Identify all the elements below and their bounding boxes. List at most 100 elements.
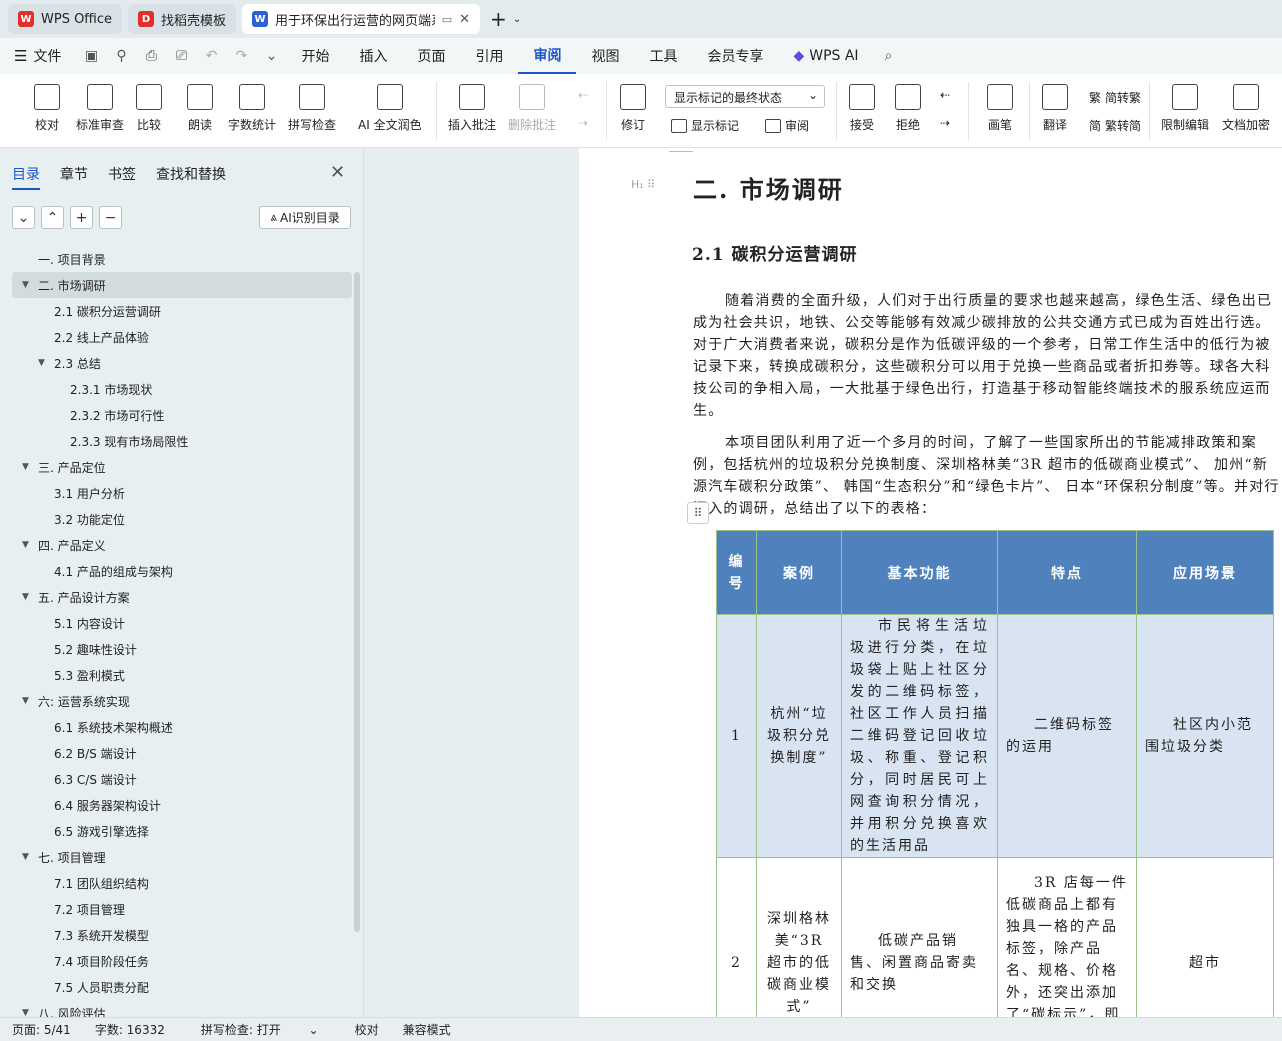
- more-chevron-icon[interactable]: ⌄: [256, 38, 286, 74]
- tab-wps-office[interactable]: W WPS Office: [8, 4, 123, 34]
- expand-arrow-icon[interactable]: ▼: [22, 852, 29, 862]
- toc-item[interactable]: 一. 项目背景: [12, 246, 352, 272]
- expand-all-icon[interactable]: ⌄: [12, 206, 35, 229]
- search-icon[interactable]: ⌕: [874, 38, 904, 74]
- accept-button[interactable]: 接受: [849, 74, 875, 133]
- toc-item[interactable]: 6.4 服务器架构设计: [12, 792, 352, 818]
- expand-arrow-icon[interactable]: ▼: [22, 696, 29, 706]
- pane-scrollbar[interactable]: [354, 272, 360, 932]
- menu-file[interactable]: 文件: [31, 38, 76, 74]
- toc-item[interactable]: 6.2 B/S 端设计: [12, 740, 352, 766]
- expand-arrow-icon[interactable]: ▼: [22, 462, 29, 472]
- toc-item[interactable]: 7.2 项目管理: [12, 896, 352, 922]
- proofread-status[interactable]: 校对: [343, 1021, 391, 1038]
- insert-comment-button[interactable]: 插入批注: [448, 74, 496, 133]
- menu-view[interactable]: 视图: [576, 38, 634, 74]
- add-heading-icon[interactable]: +: [70, 206, 93, 229]
- menu-membership[interactable]: 会员专享: [692, 38, 778, 74]
- monitor-icon[interactable]: ▭: [442, 13, 452, 26]
- read-aloud-button[interactable]: 朗读: [187, 74, 213, 133]
- menu-review[interactable]: 审阅: [518, 38, 577, 74]
- menu-references[interactable]: 引用: [460, 38, 518, 74]
- expand-arrow-icon[interactable]: ▼: [22, 592, 29, 602]
- menu-wps-ai[interactable]: ◆ WPS AI: [778, 38, 873, 74]
- revise-button[interactable]: 修订: [620, 74, 646, 133]
- toc-item[interactable]: 2.2 线上产品体验: [12, 324, 352, 350]
- close-tab-icon[interactable]: ✕: [459, 12, 470, 27]
- markup-mode-select[interactable]: 显示标记的最终状态 ⌄: [665, 85, 825, 108]
- toc-item[interactable]: ▼ 四. 产品定义: [12, 532, 352, 558]
- toc-item[interactable]: 5.1 内容设计: [12, 610, 352, 636]
- toc-item[interactable]: 3.1 用户分析: [12, 480, 352, 506]
- toc-item[interactable]: 7.3 系统开发模型: [12, 922, 352, 948]
- tab-sections[interactable]: 章节: [60, 164, 88, 190]
- toc-item[interactable]: 5.3 盈利模式: [12, 662, 352, 688]
- tab-find-replace[interactable]: 查找和替换: [156, 164, 226, 190]
- chevron-down-icon[interactable]: ⌄: [513, 14, 521, 25]
- toc-item[interactable]: 7.1 团队组织结构: [12, 870, 352, 896]
- print-preview-icon[interactable]: ⎚: [166, 38, 196, 74]
- tab-bookmarks[interactable]: 书签: [108, 164, 136, 190]
- close-pane-icon[interactable]: ✕: [330, 162, 345, 183]
- toc-item[interactable]: ▼ 二. 市场调研: [12, 272, 352, 298]
- compare-button[interactable]: 比较: [136, 74, 162, 133]
- pen-button[interactable]: 画笔: [987, 74, 1013, 133]
- review-pane-button[interactable]: 审阅: [765, 117, 809, 134]
- spell-check-toggle[interactable]: 拼写检查: 打开 ⌄: [177, 1021, 343, 1038]
- word-count-button[interactable]: 字数统计: [228, 74, 276, 133]
- toc-item[interactable]: 2.3.1 市场现状: [12, 376, 352, 402]
- restrict-edit-button[interactable]: 限制编辑: [1161, 74, 1209, 133]
- ai-polish-button[interactable]: AI 全文润色: [358, 74, 422, 133]
- new-tab-icon[interactable]: +: [490, 7, 507, 31]
- collapse-all-icon[interactable]: ⌃: [41, 206, 64, 229]
- page-indicator[interactable]: 页面: 5/41: [0, 1021, 83, 1038]
- prev-change-icon[interactable]: ⇠: [940, 88, 950, 102]
- expand-arrow-icon[interactable]: ▼: [38, 358, 45, 368]
- heading-level-icon[interactable]: H₁ ⠿: [631, 178, 655, 191]
- next-change-icon[interactable]: ⇢: [940, 116, 950, 130]
- tab-templates[interactable]: D 找稻壳模板: [128, 4, 237, 34]
- toc-item[interactable]: 2.3.3 现有市场局限性: [12, 428, 352, 454]
- toc-item[interactable]: 6.3 C/S 端设计: [12, 766, 352, 792]
- encrypt-button[interactable]: 文档加密: [1222, 74, 1270, 133]
- standard-review-button[interactable]: 标准审查: [76, 74, 124, 133]
- toc-item[interactable]: 2.1 碳积分运营调研: [12, 298, 352, 324]
- expand-arrow-icon[interactable]: ▼: [22, 540, 29, 550]
- toc-item[interactable]: 3.2 功能定位: [12, 506, 352, 532]
- toc-item[interactable]: ▼ 六: 运营系统实现: [12, 688, 352, 714]
- translate-button[interactable]: 翻译: [1042, 74, 1068, 133]
- menu-home[interactable]: 开始: [286, 38, 344, 74]
- save-icon[interactable]: ▣: [76, 38, 106, 74]
- prev-comment-icon[interactable]: ⇠: [578, 88, 588, 102]
- redo-icon[interactable]: ↷: [226, 38, 256, 74]
- toc-item[interactable]: ▼ 七. 项目管理: [12, 844, 352, 870]
- menu-tools[interactable]: 工具: [634, 38, 692, 74]
- show-markup-button[interactable]: 显示标记: [671, 117, 739, 134]
- print-icon[interactable]: ⎙: [136, 38, 166, 74]
- drag-handle-icon[interactable]: ⠿: [687, 502, 709, 524]
- next-comment-icon[interactable]: ⇢: [578, 116, 588, 130]
- hamburger-icon[interactable]: ☰: [14, 47, 27, 65]
- share-icon[interactable]: ⚲: [106, 38, 136, 74]
- ai-toc-button[interactable]: ⩓ AI识别目录: [259, 206, 351, 229]
- toc-item[interactable]: ▼ 2.3 总结: [12, 350, 352, 376]
- remove-heading-icon[interactable]: −: [99, 206, 122, 229]
- toc-item[interactable]: ▼ 五. 产品设计方案: [12, 584, 352, 610]
- tab-toc[interactable]: 目录: [12, 164, 40, 190]
- spell-check-button[interactable]: 拼写检查: [288, 74, 336, 133]
- to-simplified-button[interactable]: 简繁转简: [1089, 117, 1141, 134]
- toc-item[interactable]: 6.1 系统技术架构概述: [12, 714, 352, 740]
- reject-button[interactable]: 拒绝: [895, 74, 921, 133]
- word-count-indicator[interactable]: 字数: 16332: [83, 1021, 177, 1038]
- toc-item[interactable]: ▼ 三. 产品定位: [12, 454, 352, 480]
- delete-comment-button[interactable]: 删除批注: [508, 74, 556, 133]
- menu-insert[interactable]: 插入: [344, 38, 402, 74]
- undo-icon[interactable]: ↶: [196, 38, 226, 74]
- menu-page[interactable]: 页面: [402, 38, 460, 74]
- toc-item[interactable]: 6.5 游戏引擎选择: [12, 818, 352, 844]
- toc-item[interactable]: 7.5 人员职责分配: [12, 974, 352, 1000]
- toc-item[interactable]: 2.3.2 市场可行性: [12, 402, 352, 428]
- tab-document[interactable]: W 用于环保出行运营的网页端系 ▭ ✕: [242, 4, 481, 34]
- toc-item[interactable]: 7.4 项目阶段任务: [12, 948, 352, 974]
- toc-item[interactable]: 5.2 趣味性设计: [12, 636, 352, 662]
